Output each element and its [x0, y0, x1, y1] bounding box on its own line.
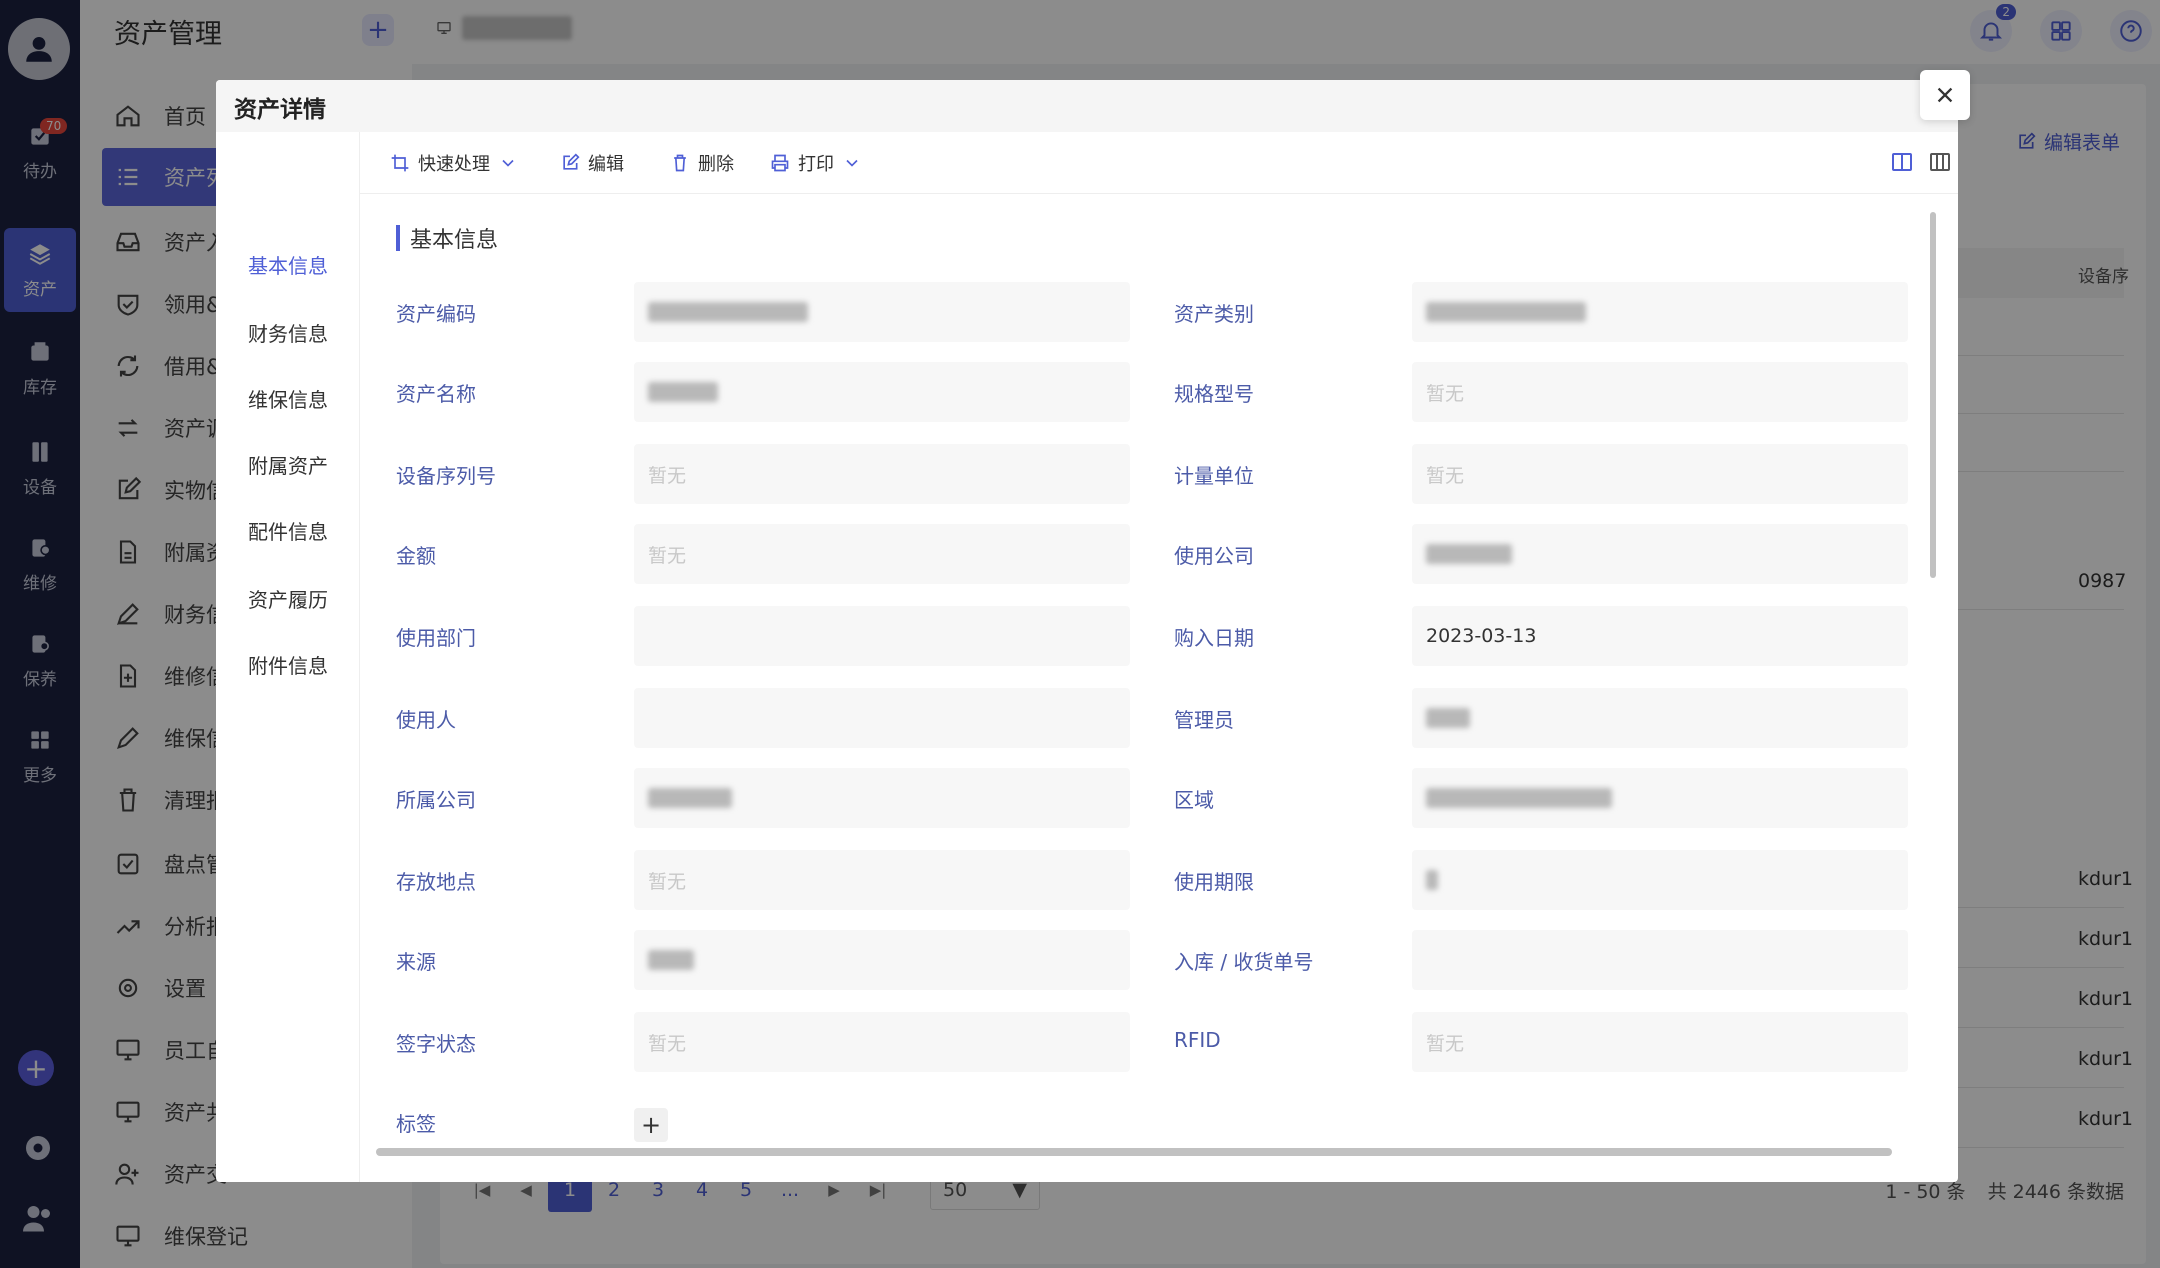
- print-button[interactable]: 打印: [770, 150, 862, 176]
- split-view-icon[interactable]: [1890, 150, 1914, 174]
- tab-asset-history[interactable]: 资产履历: [216, 584, 360, 613]
- redacted-value: [1426, 302, 1586, 322]
- field-label: 金额: [396, 544, 436, 568]
- field-label: 资产编码: [396, 302, 476, 326]
- field-label: RFID: [1174, 1028, 1221, 1052]
- chevron-down-icon: [846, 159, 858, 167]
- field-value: 暂无: [1412, 1012, 1908, 1072]
- vertical-scrollbar[interactable]: [1930, 212, 1936, 578]
- tab-basic-info[interactable]: 基本信息: [216, 250, 360, 279]
- field-placeholder: 暂无: [648, 1032, 687, 1055]
- field-value: [634, 282, 1130, 342]
- trash-icon: [674, 154, 686, 172]
- redacted-value: [648, 788, 732, 808]
- field-value: [1412, 930, 1908, 990]
- chevron-down-icon: [502, 159, 514, 167]
- tab-accessory-info[interactable]: 配件信息: [216, 516, 360, 545]
- quick-process-button[interactable]: 快速处理: [390, 150, 518, 176]
- print-label: 打印: [798, 154, 834, 175]
- field-label: 来源: [396, 950, 436, 974]
- field-value: [634, 768, 1130, 828]
- field-label: 使用人: [396, 708, 456, 732]
- field-label: 管理员: [1174, 708, 1234, 732]
- delete-label: 删除: [698, 154, 734, 175]
- field-value: [634, 606, 1130, 666]
- field-value: [1412, 688, 1908, 748]
- field-value: 暂无: [634, 444, 1130, 504]
- redacted-value: [1426, 708, 1470, 728]
- field-value: [634, 930, 1130, 990]
- field-label: 资产名称: [396, 382, 476, 406]
- redacted-value: [648, 382, 718, 402]
- modal-toolbar: 快速处理 编辑 删除 打印: [360, 132, 1958, 194]
- field-placeholder: 暂无: [648, 544, 687, 567]
- field-value: [634, 688, 1130, 748]
- horizontal-scrollbar[interactable]: [376, 1148, 1892, 1156]
- field-value: [1412, 768, 1908, 828]
- add-tag-button[interactable]: +: [634, 1108, 668, 1142]
- columns-icon[interactable]: [1928, 150, 1952, 174]
- modal-close-button[interactable]: [1920, 70, 1970, 120]
- edit-icon: [563, 153, 580, 170]
- field-label: 签字状态: [396, 1032, 476, 1056]
- tab-attachment-info[interactable]: 附件信息: [216, 650, 360, 679]
- field-label-tags: 标签: [396, 1112, 436, 1136]
- modal-header: 资产详情: [216, 80, 1958, 132]
- section-title-basic-info: 基本信息: [396, 222, 498, 254]
- close-icon: [1937, 87, 1953, 103]
- field-label: 计量单位: [1174, 464, 1254, 488]
- delete-button[interactable]: 删除: [670, 150, 734, 176]
- field-value: [1412, 282, 1908, 342]
- redacted-value: [648, 302, 808, 322]
- field-label: 使用公司: [1174, 544, 1254, 568]
- field-placeholder: 暂无: [1426, 382, 1465, 405]
- field-value: 暂无: [634, 524, 1130, 584]
- field-value: 2023-03-13: [1412, 606, 1908, 666]
- field-label: 区域: [1174, 788, 1214, 812]
- edit-label: 编辑: [588, 154, 624, 175]
- field-placeholder: 暂无: [1426, 1032, 1465, 1055]
- edit-button[interactable]: 编辑: [560, 150, 624, 176]
- field-label: 存放地点: [396, 870, 476, 894]
- field-value: 暂无: [634, 850, 1130, 910]
- printer-icon: [771, 154, 789, 172]
- field-value-text: 2023-03-13: [1426, 625, 1537, 647]
- quick-process-label: 快速处理: [418, 154, 490, 175]
- field-label: 规格型号: [1174, 382, 1254, 406]
- field-placeholder: 暂无: [1426, 464, 1465, 487]
- tab-maintenance-info[interactable]: 维保信息: [216, 384, 360, 413]
- crop-icon: [391, 154, 409, 172]
- field-value: 暂无: [1412, 444, 1908, 504]
- field-value: [634, 362, 1130, 422]
- field-label: 所属公司: [396, 788, 476, 812]
- tab-attached-assets[interactable]: 附属资产: [216, 450, 360, 479]
- field-value: [1412, 524, 1908, 584]
- field-placeholder: 暂无: [648, 464, 687, 487]
- field-label: 使用部门: [396, 626, 476, 650]
- field-label: 购入日期: [1174, 626, 1254, 650]
- detail-tabs: 基本信息 财务信息 维保信息 附属资产 配件信息 资产履历 附件信息: [216, 132, 360, 1182]
- field-value: [1412, 850, 1908, 910]
- redacted-value: [1426, 544, 1512, 564]
- field-placeholder: 暂无: [648, 870, 687, 893]
- field-value: 暂无: [1412, 362, 1908, 422]
- modal-title: 资产详情: [234, 97, 326, 123]
- redacted-value: [1426, 870, 1438, 890]
- redacted-value: [1426, 788, 1612, 808]
- field-label: 入库 / 收货单号: [1174, 950, 1314, 974]
- redacted-value: [648, 950, 694, 970]
- field-value: 暂无: [634, 1012, 1130, 1072]
- tab-finance-info[interactable]: 财务信息: [216, 318, 360, 347]
- field-label: 设备序列号: [396, 464, 496, 488]
- field-label: 使用期限: [1174, 870, 1254, 894]
- field-label: 资产类别: [1174, 302, 1254, 326]
